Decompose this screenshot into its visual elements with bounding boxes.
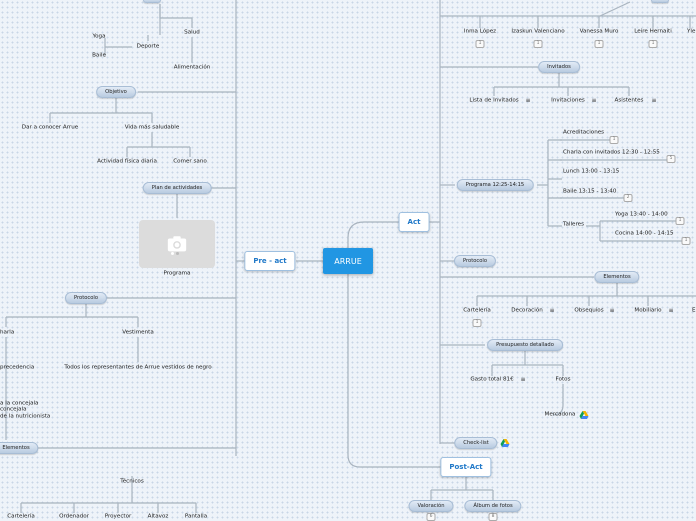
count-badge[interactable]: 1 <box>475 40 485 48</box>
count-badge[interactable]: 1 <box>533 40 543 48</box>
node-charla-act[interactable]: Charla con invitados 12:30 - 12:55 <box>563 150 660 157</box>
drive-icon[interactable] <box>579 411 589 419</box>
node-acreditaciones[interactable]: Acreditaciones <box>563 130 604 137</box>
node-protocolo-pre[interactable]: Protocolo <box>64 292 108 304</box>
node-presupuesto[interactable]: Presupuesto detallado <box>487 339 563 351</box>
node-elementos-item[interactable]: Mobiliario <box>634 308 661 315</box>
node-concejala-2[interactable]: concejala <box>0 407 27 414</box>
notes-icon[interactable]: ≡ <box>549 308 554 314</box>
node-protocolo-act[interactable]: Protocolo <box>453 255 497 267</box>
count-badge[interactable]: 1 <box>648 40 658 48</box>
node-elementos-item[interactable]: Decoración <box>511 308 543 315</box>
root-node[interactable]: ARRUE <box>323 248 373 274</box>
node-precedencia[interactable]: precedencia <box>0 365 34 372</box>
node-vestimenta-desc[interactable]: Todos los representantes de Arrue vestid… <box>64 365 211 372</box>
pager-dot <box>176 252 179 255</box>
node-actividad-fisica[interactable]: Actividad física diaria <box>97 159 157 166</box>
count-badge[interactable]: 1 <box>675 217 685 225</box>
node-person[interactable]: Yle <box>687 29 695 36</box>
node-lunch[interactable]: Lunch 13:00 - 13:15 <box>563 169 619 176</box>
node-programa-pre[interactable]: Programa <box>163 271 190 278</box>
node-plan-actividades[interactable]: Plan de actividades <box>142 182 212 194</box>
notes-icon[interactable]: ≡ <box>668 308 673 314</box>
node-elementos-item[interactable]: Cartelería <box>463 308 491 315</box>
count-badge[interactable]: 1 <box>609 136 619 144</box>
node-person[interactable]: Inma López <box>464 29 496 36</box>
topic-act[interactable]: Act <box>398 212 430 232</box>
node-elementos-pre[interactable]: Elementos <box>0 442 39 454</box>
node-objetivo[interactable]: Objetivo <box>96 86 136 98</box>
drive-icon[interactable] <box>500 439 510 447</box>
node-charla-pre[interactable]: harla <box>0 330 14 337</box>
count-badge[interactable]: 1 <box>472 319 482 327</box>
image-placeholder <box>139 220 215 268</box>
node-cocina[interactable]: Cocina 14:00 - 14:15 <box>615 231 674 238</box>
count-badge[interactable]: 2 <box>623 194 633 202</box>
node-partial-top-right[interactable] <box>651 0 669 3</box>
notes-icon[interactable]: ≡ <box>609 308 614 314</box>
topic-post-act[interactable]: Post-Act <box>440 457 492 477</box>
node-salud[interactable]: Salud <box>184 30 200 37</box>
node-vida-saludable[interactable]: Vida más saludable <box>125 125 180 132</box>
node-invitaciones[interactable]: Invitaciones <box>551 98 585 105</box>
node-gasto-total[interactable]: Gasto total 81€ <box>470 377 513 384</box>
node-asistentes[interactable]: Asistentes <box>615 98 644 105</box>
node-tecnicos-item[interactable]: Altavoz <box>148 514 169 521</box>
node-checklist[interactable]: Check-list <box>454 437 498 449</box>
notes-icon[interactable]: ≡ <box>591 98 596 104</box>
node-person[interactable]: Leire Hernaiti <box>634 29 672 36</box>
node-tecnicos[interactable]: Técnicos <box>120 479 144 486</box>
count-badge[interactable]: 1 <box>594 40 604 48</box>
topic-pre-act[interactable]: Pre - act <box>244 251 296 271</box>
node-talleres[interactable]: Talleres <box>563 222 584 229</box>
node-baile-act[interactable]: Baile 13:15 - 13:40 <box>563 189 616 196</box>
count-badge[interactable]: 5 <box>666 155 676 163</box>
node-alimentacion[interactable]: Alimentación <box>174 65 211 72</box>
node-yoga-act[interactable]: Yoga 13:40 - 14:00 <box>615 212 668 219</box>
node-mercadona[interactable]: Mercadona <box>545 412 576 419</box>
node-invitados[interactable]: Invitados <box>538 61 580 73</box>
node-tecnicos-item[interactable]: Ordenador <box>59 514 89 521</box>
node-tecnicos-item[interactable]: Cartelería <box>7 514 35 521</box>
node-elementos-act[interactable]: Elementos <box>594 271 640 283</box>
node-album-fotos[interactable]: Álbum de fotos <box>464 500 522 512</box>
notes-icon[interactable]: ≡ <box>525 98 530 104</box>
node-elementos-item[interactable]: Obsequios <box>574 308 603 315</box>
node-person[interactable]: Izaskun Valenciano <box>511 29 564 36</box>
node-comer-sano[interactable]: Comer sano <box>173 159 207 166</box>
notes-icon[interactable]: ≡ <box>651 98 656 104</box>
node-fotos[interactable]: Fotos <box>556 377 571 384</box>
node-baile[interactable]: Baile <box>92 53 106 60</box>
pager-dot <box>171 252 174 255</box>
node-partial-top-left[interactable] <box>143 0 161 3</box>
node-concejala-3[interactable]: de la nutricionista <box>0 414 50 421</box>
node-vestimenta[interactable]: Vestimenta <box>122 330 154 337</box>
node-person[interactable]: Vanessa Muro <box>580 29 619 36</box>
node-tecnicos-item[interactable]: Pantalla <box>185 514 207 521</box>
notes-icon[interactable]: ≡ <box>520 377 525 383</box>
node-valoracion[interactable]: Valoración <box>408 500 454 512</box>
node-dar-a-conocer[interactable]: Dar a conocer Arrue <box>22 125 78 132</box>
node-deporte[interactable]: Deporte <box>137 44 160 51</box>
count-badge[interactable]: 1 <box>681 237 691 245</box>
node-elementos-item[interactable]: E <box>692 308 696 315</box>
node-lista-invitados[interactable]: Lista de Invitados <box>469 98 518 105</box>
node-programa-act[interactable]: Programa 12:25-14:15 <box>456 179 534 191</box>
node-yoga[interactable]: Yoga <box>92 34 105 41</box>
node-tecnicos-item[interactable]: Proyector <box>105 514 132 521</box>
